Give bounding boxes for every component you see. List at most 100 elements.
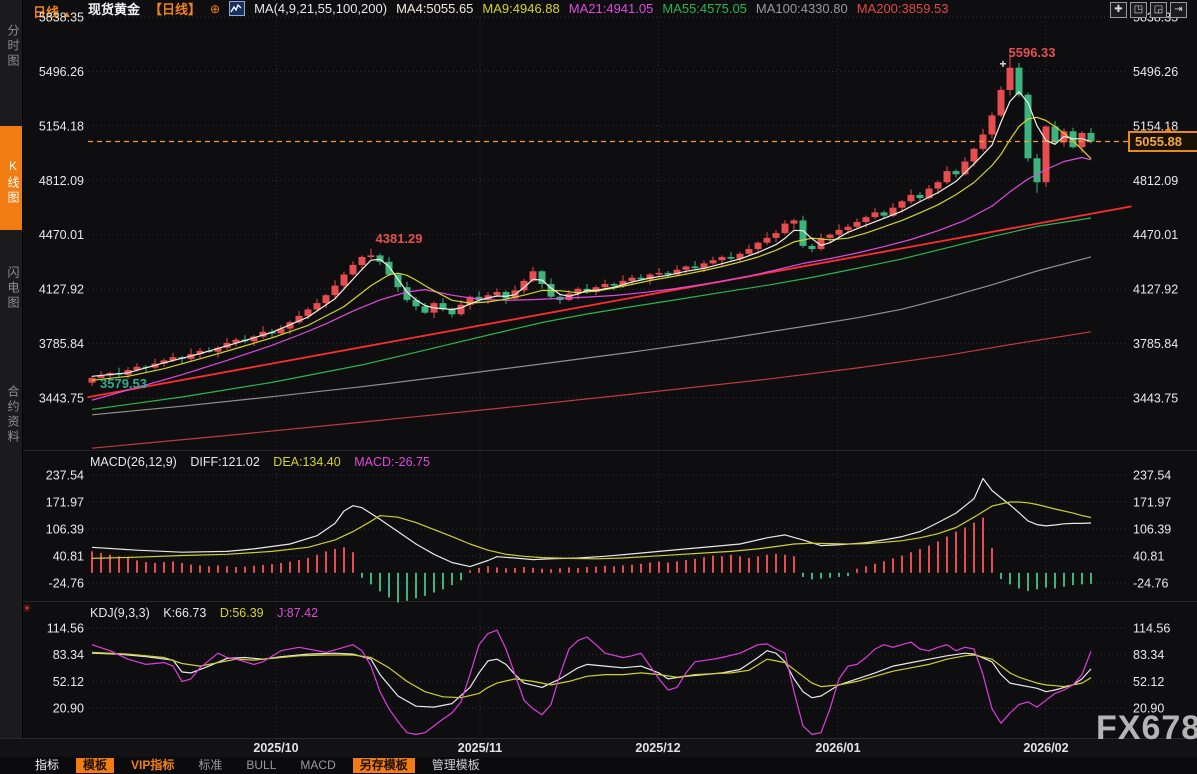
macd-title: MACD(26,12,9) [90, 455, 177, 469]
svg-text:3785.84: 3785.84 [1133, 337, 1178, 351]
price-alert-icon[interactable]: ▲ [1164, 123, 1173, 133]
period-label: 日线 [33, 5, 59, 20]
kdj-d-value: D:56.39 [220, 606, 264, 620]
svg-text:114.56: 114.56 [1133, 622, 1170, 636]
svg-text:4127.92: 4127.92 [39, 283, 84, 297]
timeline-strip [0, 738, 1197, 758]
chart-header: 现货黄金 【日线】 ⊕ MA(4,9,21,55,100,200) MA4:50… [88, 0, 949, 17]
sidebar-item-kline[interactable]: K线图 [0, 126, 22, 230]
svg-text:171.97: 171.97 [1133, 495, 1171, 509]
svg-text:3785.84: 3785.84 [39, 337, 84, 351]
tab-standard[interactable]: 标准 [191, 758, 229, 773]
panel-divider[interactable] [22, 450, 1197, 451]
svg-text:83.34: 83.34 [1133, 648, 1164, 662]
svg-text:52.12: 52.12 [1133, 675, 1164, 689]
macd-diff-line [92, 479, 1091, 567]
ma55-value: MA55:4575.05 [662, 1, 747, 16]
ma200-value: MA200:3859.53 [857, 1, 949, 16]
macd-dea-value: DEA:134.40 [273, 455, 340, 469]
svg-text:114.56: 114.56 [47, 622, 84, 636]
chart-type-icon[interactable] [229, 1, 245, 16]
tab-bull[interactable]: BULL [239, 758, 283, 773]
macd-macd-value: MACD:-26.75 [354, 455, 430, 469]
svg-text:171.97: 171.97 [46, 495, 84, 509]
move-icon[interactable]: ✚ [1110, 2, 1127, 18]
period-arrow-icon: ▲ [63, 9, 72, 19]
svg-text:-24.76: -24.76 [49, 577, 84, 591]
svg-text:106.39: 106.39 [46, 523, 84, 537]
tab-indicators[interactable]: 指标 [28, 758, 66, 773]
sidebar-item-lightning[interactable]: 闪电图 [0, 240, 22, 337]
collapse-right-icon[interactable]: ⇥ [1170, 2, 1187, 18]
macd-diff-value: DIFF:121.02 [190, 455, 259, 469]
ma9-value: MA9:4946.88 [482, 1, 559, 16]
svg-text:40.81: 40.81 [53, 550, 84, 564]
svg-text:4812.09: 4812.09 [39, 174, 84, 188]
scale-left-icon[interactable]: ◳ [1130, 2, 1147, 18]
svg-text:+: + [999, 57, 1006, 71]
panel-divider[interactable] [22, 601, 1197, 602]
ma4-value: MA4:5055.65 [396, 1, 473, 16]
current-price-tag: 5055.88 [1128, 131, 1197, 152]
svg-text:5154.18: 5154.18 [39, 119, 84, 133]
period-selector[interactable]: 日线 ▲ [33, 2, 72, 21]
svg-text:237.54: 237.54 [1133, 469, 1171, 483]
chart-canvas: 3579.534381.295596.33+5838.355838.355496… [0, 0, 1197, 774]
alert-dot-icon[interactable]: ☀ [22, 602, 32, 615]
kdj-k-value: K:66.73 [163, 606, 206, 620]
svg-text:4812.09: 4812.09 [1133, 174, 1178, 188]
sidebar-item-timeshare[interactable]: 分时图 [0, 6, 22, 86]
line-MA55 [92, 218, 1091, 409]
sidebar: 分时图 K线图 闪电图 合约资料 [0, 0, 23, 738]
tab-templates[interactable]: 模板 [76, 758, 114, 773]
ma21-value: MA21:4941.05 [569, 1, 654, 16]
line-MA9 [92, 117, 1091, 380]
kdj-header: KDJ(9,3,3) K:66.73 D:56.39 J:87.42 [90, 606, 328, 620]
chart-layers [88, 17, 1132, 735]
svg-text:20.90: 20.90 [53, 702, 84, 716]
scale-right-icon[interactable]: ◲ [1150, 2, 1167, 18]
kdj-j-line [92, 630, 1091, 734]
tab-vip-indicators[interactable]: VIP指标 [124, 758, 181, 773]
svg-text:3443.75: 3443.75 [1133, 392, 1178, 406]
line-MA100 [92, 257, 1091, 415]
bottom-toolbar: 指标 模板 VIP指标 标准 BULL MACD 另存模板 管理模板 [0, 757, 1197, 774]
line-MA200 [92, 332, 1091, 448]
ma-group-label: MA(4,9,21,55,100,200) [254, 1, 387, 16]
kdj-d-line [92, 652, 1091, 697]
svg-text:83.34: 83.34 [53, 648, 84, 662]
macd-histogram [92, 518, 1091, 603]
svg-text:52.12: 52.12 [53, 675, 84, 689]
macd-header: MACD(26,12,9) DIFF:121.02 DEA:134.40 MAC… [90, 455, 440, 469]
kdj-title: KDJ(9,3,3) [90, 606, 150, 620]
tab-manage-templates[interactable]: 管理模板 [425, 758, 487, 773]
svg-text:4127.92: 4127.92 [1133, 283, 1178, 297]
svg-text:3579.53: 3579.53 [100, 376, 147, 391]
header-icon-group: ✚ ◳ ◲ ⇥ [1110, 2, 1187, 18]
symbol-title: 现货黄金 [88, 0, 140, 18]
kdj-j-value: J:87.42 [277, 606, 318, 620]
line-MA4 [92, 92, 1091, 377]
svg-text:4470.01: 4470.01 [39, 228, 84, 242]
svg-text:3443.75: 3443.75 [39, 392, 84, 406]
add-icon[interactable]: ⊕ [210, 2, 220, 16]
watermark: FX678 [1096, 709, 1197, 748]
macd-dea-line [92, 502, 1091, 559]
svg-text:5496.26: 5496.26 [1133, 65, 1178, 79]
period-tag[interactable]: 【日线】 [149, 0, 201, 18]
svg-text:5496.26: 5496.26 [39, 65, 84, 79]
gridlines [88, 17, 1128, 735]
svg-text:40.81: 40.81 [1133, 550, 1164, 564]
app-window: 3579.534381.295596.33+5838.355838.355496… [0, 0, 1197, 774]
kdj-k-line [92, 651, 1091, 707]
svg-text:237.54: 237.54 [46, 469, 84, 483]
tab-save-template[interactable]: 另存模板 [353, 758, 415, 773]
svg-text:-24.76: -24.76 [1133, 577, 1168, 591]
ma100-value: MA100:4330.80 [756, 1, 848, 16]
sidebar-item-contract-info[interactable]: 合约资料 [0, 352, 22, 478]
tab-macd[interactable]: MACD [293, 758, 342, 773]
candles [89, 56, 1095, 386]
svg-text:5596.33: 5596.33 [1009, 45, 1056, 60]
line-MA21 [92, 158, 1091, 401]
svg-text:4470.01: 4470.01 [1133, 228, 1178, 242]
